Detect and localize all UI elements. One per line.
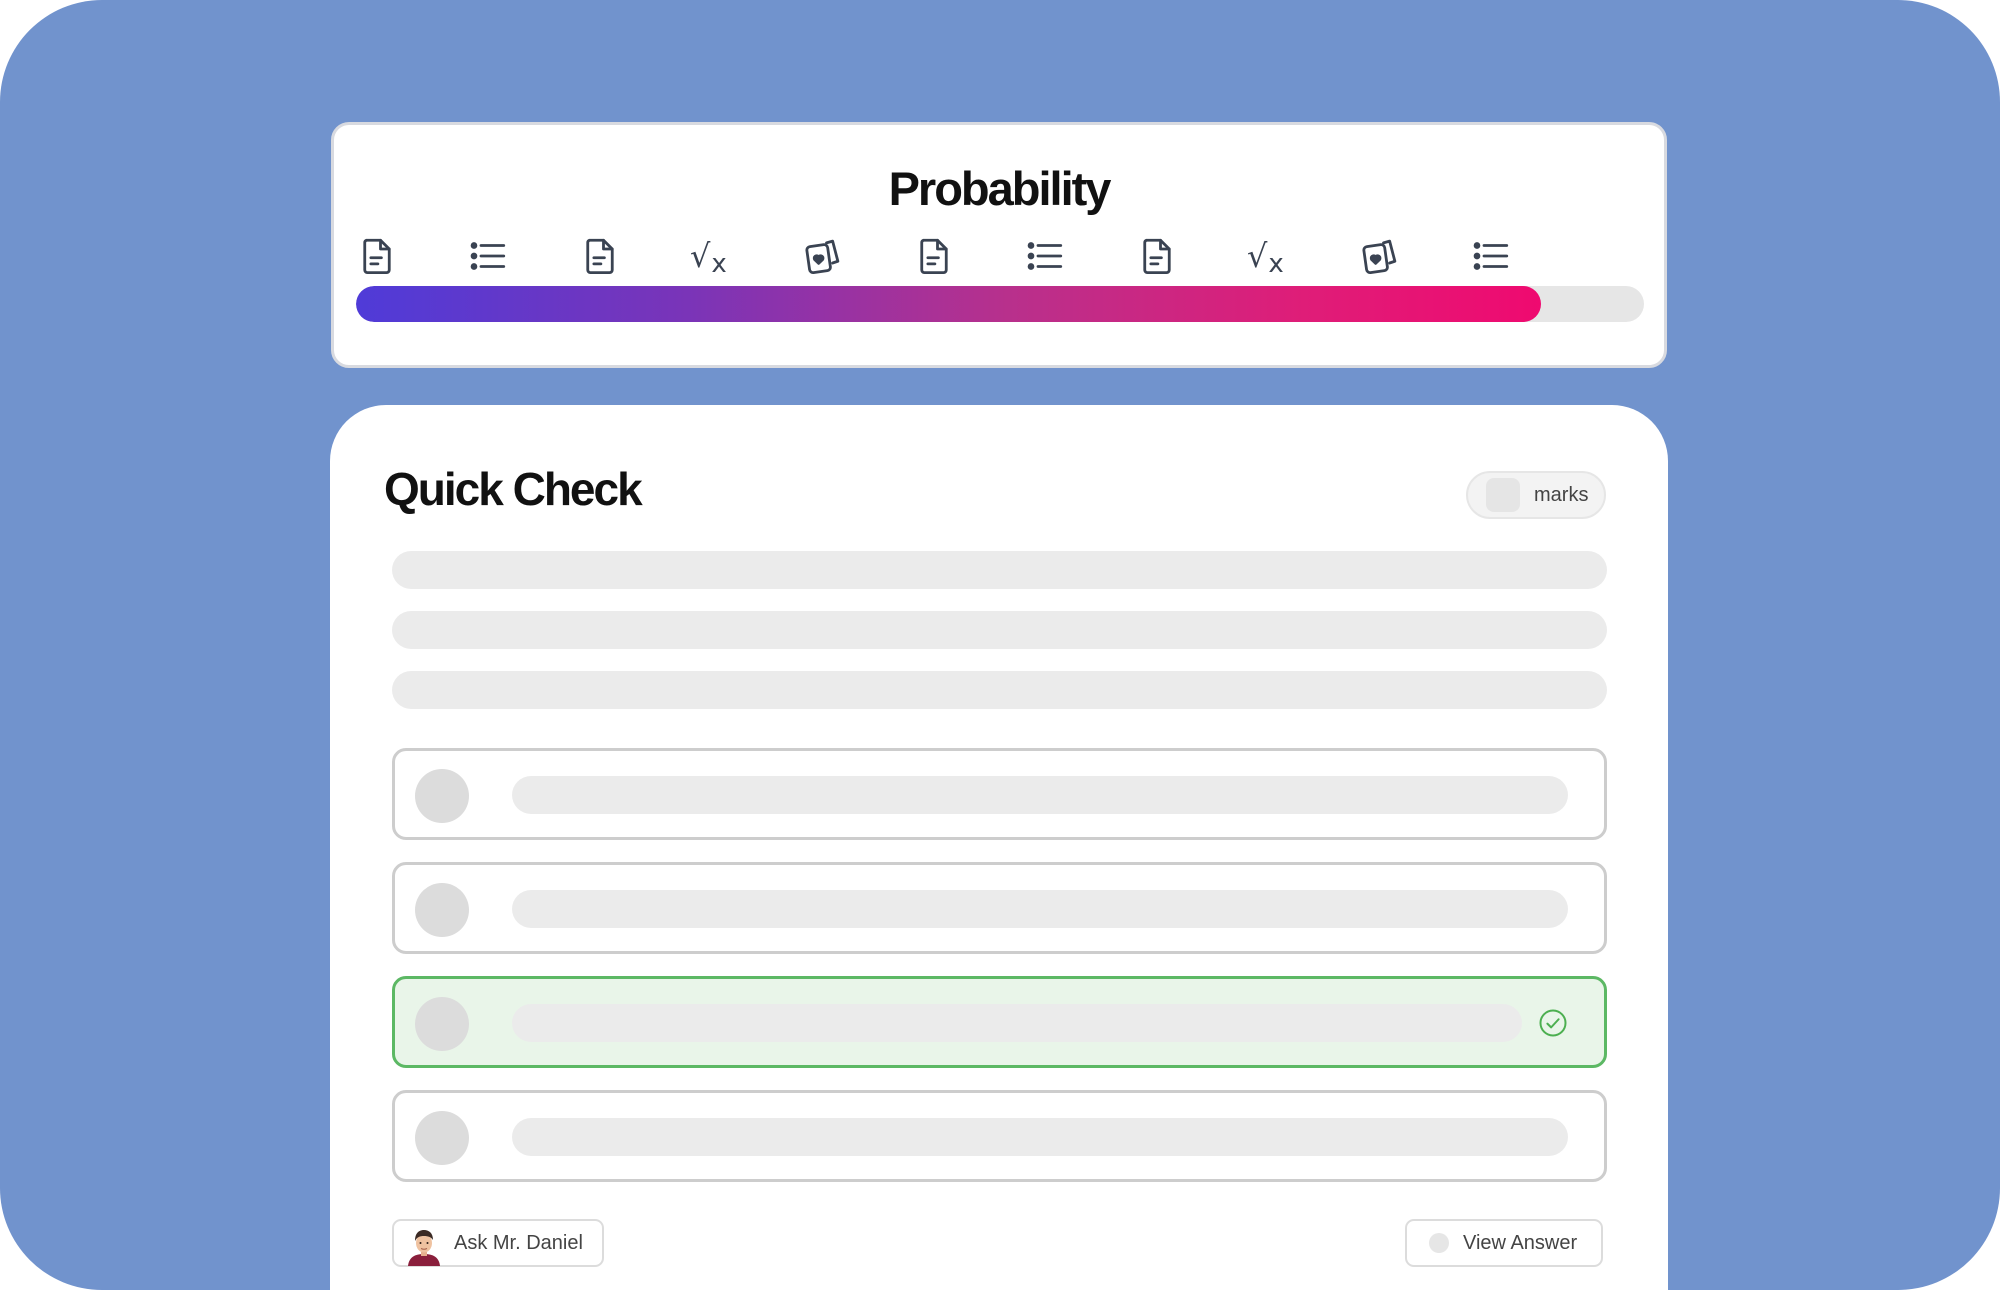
answer-option[interactable]	[392, 1090, 1607, 1182]
answer-option[interactable]	[392, 862, 1607, 954]
lesson-title: Probability	[888, 162, 1112, 215]
option-text-placeholder	[512, 776, 1568, 814]
question-line-placeholder	[392, 551, 1607, 589]
list-icon[interactable]	[467, 235, 509, 277]
check-circle-icon	[1539, 1009, 1567, 1037]
document-icon[interactable]	[913, 235, 955, 277]
marks-label: marks	[1534, 483, 1589, 506]
toggle-indicator	[1429, 1233, 1449, 1253]
list-icon[interactable]	[1024, 235, 1066, 277]
question-line-placeholder	[392, 671, 1607, 709]
cards-icon[interactable]	[1359, 235, 1401, 277]
option-radio[interactable]	[415, 769, 469, 823]
square-root-icon[interactable]: √x	[1247, 235, 1289, 279]
cards-icon[interactable]	[802, 235, 844, 277]
question-line-placeholder	[392, 611, 1607, 649]
option-text-placeholder	[512, 1004, 1522, 1042]
marks-badge: marks	[1466, 471, 1606, 519]
document-icon[interactable]	[579, 235, 621, 277]
list-icon[interactable]	[1470, 235, 1512, 277]
progress-card: Probability √x √x	[331, 122, 1667, 368]
app-frame: Probability √x √x Quick Check marks Ask …	[0, 0, 2000, 1290]
answer-option[interactable]	[392, 748, 1607, 840]
document-icon[interactable]	[356, 235, 398, 277]
view-answer-label: View Answer	[1463, 1231, 1578, 1254]
option-radio[interactable]	[415, 883, 469, 937]
marks-placeholder	[1486, 478, 1520, 512]
option-radio[interactable]	[415, 1111, 469, 1165]
square-root-icon[interactable]: √x	[690, 235, 732, 279]
quick-check-card: Quick Check marks Ask Mr. Daniel View An…	[330, 405, 1668, 1290]
view-answer-button[interactable]: View Answer	[1405, 1219, 1603, 1267]
ask-tutor-label: Ask Mr. Daniel	[454, 1231, 583, 1254]
ask-tutor-button[interactable]: Ask Mr. Daniel	[392, 1219, 604, 1267]
progress-track	[356, 286, 1644, 322]
progress-fill	[356, 286, 1541, 322]
option-radio[interactable]	[415, 997, 469, 1051]
option-text-placeholder	[512, 1118, 1568, 1156]
option-text-placeholder	[512, 890, 1568, 928]
quiz-title: Quick Check	[384, 463, 643, 515]
tutor-avatar	[408, 1230, 440, 1266]
answer-option-correct[interactable]	[392, 976, 1607, 1068]
document-icon[interactable]	[1136, 235, 1178, 277]
